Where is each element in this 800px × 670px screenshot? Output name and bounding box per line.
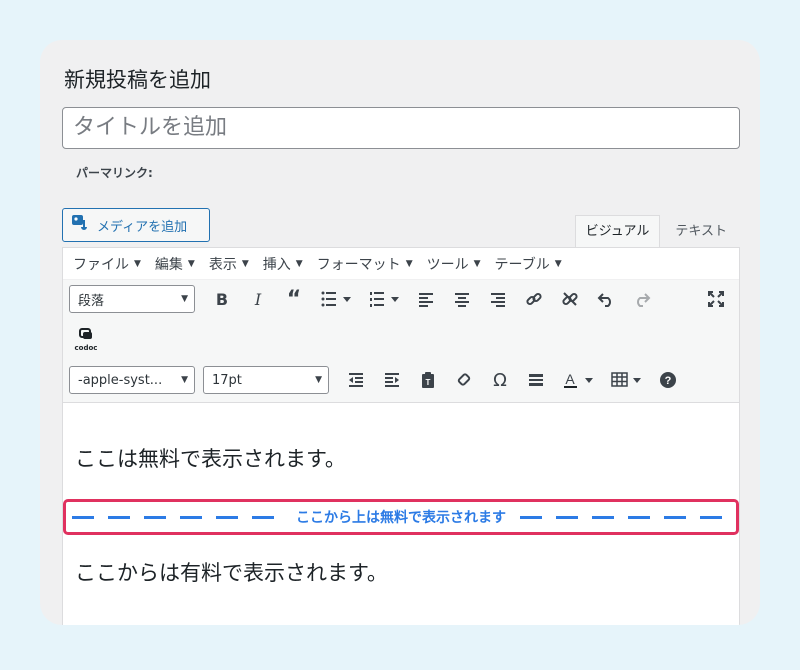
- chevron-down-icon: ▼: [181, 294, 188, 304]
- chevron-down-icon: ▼: [405, 258, 413, 269]
- link-icon[interactable]: [517, 284, 551, 314]
- paid-paragraph[interactable]: ここからは有料で表示されます。: [75, 557, 727, 587]
- bold-icon[interactable]: B: [205, 284, 239, 314]
- add-media-button[interactable]: メディアを追加: [62, 208, 210, 242]
- bullet-list-icon[interactable]: [313, 284, 359, 314]
- menu-view-label: 表示: [208, 256, 237, 273]
- toolbar-row-2: codoc: [63, 318, 739, 358]
- editor-menubar: ファイル ▼ 編集 ▼ 表示 ▼ 挿入 ▼ フォーマット ▼ ツール ▼ テーブル ▼: [63, 248, 739, 280]
- menu-file-label: ファイル: [73, 256, 129, 273]
- divider-dashes-left: [72, 515, 282, 519]
- svg-text:T: T: [426, 378, 431, 387]
- chevron-down-icon: ▼: [187, 258, 195, 269]
- codoc-label: codoc: [74, 343, 98, 352]
- align-right-icon[interactable]: [481, 284, 515, 314]
- table-icon[interactable]: [603, 365, 649, 395]
- svg-text:?: ?: [665, 375, 672, 387]
- chevron-down-icon: ▼: [473, 258, 481, 269]
- editor-area: ファイル ▼ 編集 ▼ 表示 ▼ 挿入 ▼ フォーマット ▼ ツール ▼ テーブル ▼ 段落 …: [62, 247, 740, 625]
- redo-icon[interactable]: [625, 284, 659, 314]
- svg-text:A: A: [565, 371, 575, 387]
- menu-tools-label: ツール: [426, 256, 469, 273]
- add-media-label: メディアを追加: [97, 219, 188, 235]
- fullscreen-icon[interactable]: [699, 284, 733, 314]
- undo-icon[interactable]: [589, 284, 623, 314]
- permalink-label: パーマリンク:: [76, 166, 153, 180]
- toolbar-row-3: -apple-syst... ▼ 17pt ▼ T Ω A ?: [63, 358, 739, 402]
- menu-view[interactable]: 表示 ▼: [209, 254, 249, 274]
- chevron-down-icon: ▼: [554, 258, 562, 269]
- clear-formatting-icon[interactable]: [447, 365, 481, 395]
- divider-text: ここから上は無料で表示されます: [296, 510, 506, 526]
- text-color-icon[interactable]: A: [555, 365, 601, 395]
- horizontal-rule-icon[interactable]: [519, 365, 553, 395]
- page-title: 新規投稿を追加: [64, 68, 211, 92]
- menu-format-label: フォーマット: [316, 256, 401, 273]
- italic-icon[interactable]: I: [241, 284, 275, 314]
- unlink-icon[interactable]: [553, 284, 587, 314]
- menu-edit[interactable]: 編集 ▼: [155, 254, 195, 274]
- special-character-icon[interactable]: Ω: [483, 365, 517, 395]
- post-editor-card: 新規投稿を追加 タイトルを追加 パーマリンク: メディアを追加 ビジュアル テキ…: [40, 40, 760, 625]
- font-family-value: -apple-syst...: [78, 372, 163, 388]
- paste-text-icon[interactable]: T: [411, 365, 445, 395]
- toolbar-row-1: 段落 ▼ B I “: [63, 280, 739, 318]
- editor-content[interactable]: ここは無料で表示されます。 ここから上は無料で表示されます ここからは有料で表示…: [63, 403, 739, 587]
- chevron-down-icon: ▼: [295, 258, 303, 269]
- title-input[interactable]: タイトルを追加: [62, 107, 740, 149]
- menu-format[interactable]: フォーマット ▼: [317, 254, 413, 274]
- menu-insert-label: 挿入: [262, 256, 291, 273]
- chevron-down-icon: ▼: [315, 375, 322, 385]
- paragraph-format-select[interactable]: 段落 ▼: [69, 285, 195, 313]
- numbered-list-icon[interactable]: [361, 284, 407, 314]
- editor-toolbar: 段落 ▼ B I “ codoc -apple-syst... ▼ 17pt ▼…: [63, 280, 739, 403]
- codoc-button[interactable]: codoc: [69, 320, 103, 356]
- editor-tabs: ビジュアル テキスト: [574, 215, 738, 248]
- align-left-icon[interactable]: [409, 284, 443, 314]
- menu-edit-label: 編集: [154, 256, 183, 273]
- blockquote-icon[interactable]: “: [277, 284, 311, 314]
- outdent-icon[interactable]: [339, 365, 373, 395]
- paywall-divider[interactable]: ここから上は無料で表示されます: [63, 499, 739, 535]
- align-center-icon[interactable]: [445, 284, 479, 314]
- tab-text[interactable]: テキスト: [664, 215, 738, 248]
- divider-dashes-right: [520, 515, 730, 519]
- menu-table[interactable]: テーブル ▼: [495, 254, 562, 274]
- help-icon[interactable]: ?: [651, 365, 685, 395]
- tab-visual[interactable]: ビジュアル: [574, 215, 661, 248]
- chevron-down-icon: ▼: [181, 375, 188, 385]
- font-size-value: 17pt: [212, 372, 242, 388]
- codoc-icon: [79, 325, 93, 344]
- menu-file[interactable]: ファイル ▼: [73, 254, 141, 274]
- font-size-select[interactable]: 17pt ▼: [203, 366, 329, 394]
- paragraph-format-value: 段落: [78, 293, 105, 309]
- free-paragraph[interactable]: ここは無料で表示されます。: [75, 443, 727, 473]
- menu-tools[interactable]: ツール ▼: [427, 254, 481, 274]
- menu-insert[interactable]: 挿入 ▼: [263, 254, 303, 274]
- chevron-down-icon: ▼: [134, 258, 141, 269]
- font-family-select[interactable]: -apple-syst... ▼: [69, 366, 195, 394]
- chevron-down-icon: ▼: [241, 258, 249, 269]
- indent-icon[interactable]: [375, 365, 409, 395]
- menu-table-label: テーブル: [494, 256, 550, 273]
- media-add-icon: [71, 214, 91, 236]
